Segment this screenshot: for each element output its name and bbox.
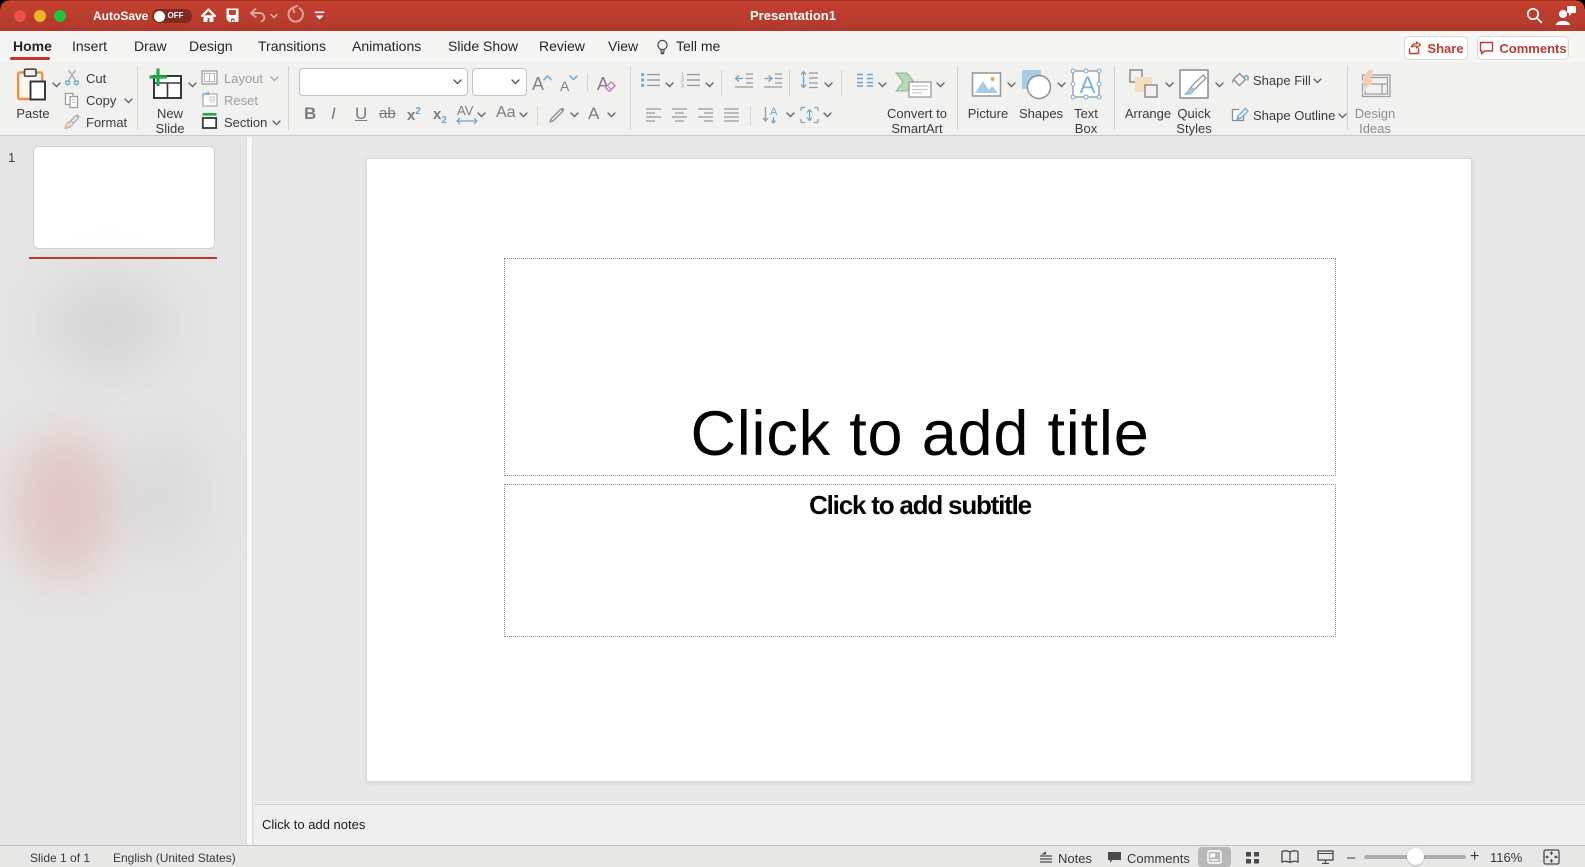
svg-text:3: 3 — [681, 84, 684, 88]
svg-text:A: A — [770, 106, 778, 118]
svg-text:A: A — [1080, 72, 1096, 99]
